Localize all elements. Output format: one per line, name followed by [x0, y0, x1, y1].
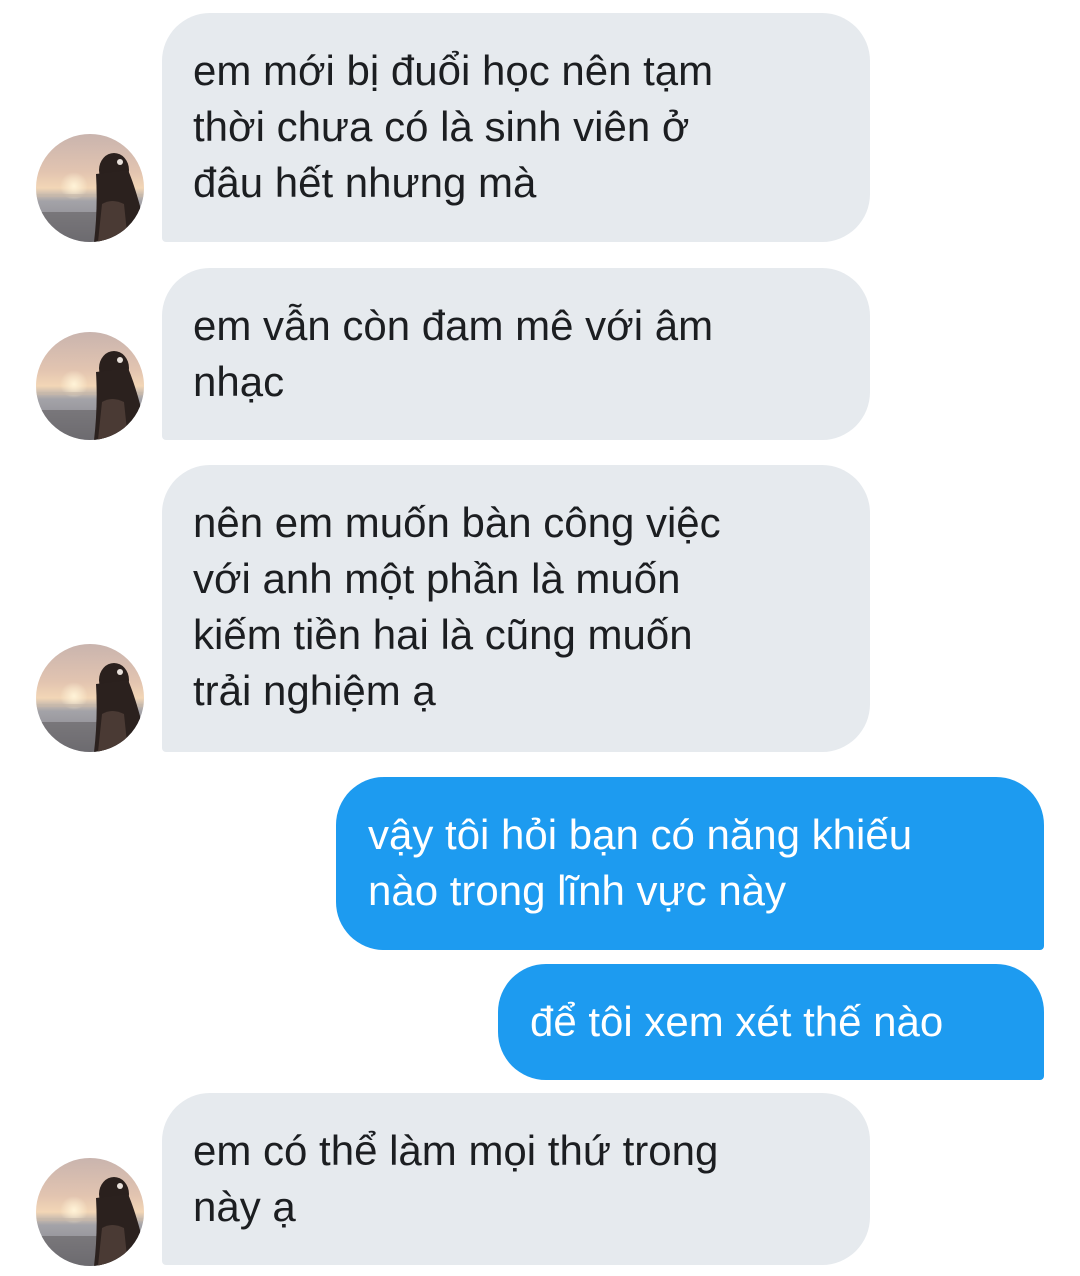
contact-avatar[interactable]: [36, 134, 144, 242]
profile-photo-icon: [36, 644, 144, 752]
contact-avatar[interactable]: [36, 644, 144, 752]
profile-photo-icon: [36, 134, 144, 242]
profile-photo-icon: [36, 1158, 144, 1266]
incoming-message[interactable]: em mới bị đuổi học nên tạm thời chưa có …: [162, 13, 870, 242]
incoming-message[interactable]: em có thể làm mọi thứ trong này ạ: [162, 1093, 870, 1265]
profile-photo-icon: [36, 332, 144, 440]
contact-avatar[interactable]: [36, 332, 144, 440]
incoming-message[interactable]: nên em muốn bàn công việc với anh một ph…: [162, 465, 870, 752]
incoming-message[interactable]: em vẫn còn đam mê với âm nhạc: [162, 268, 870, 440]
outgoing-message[interactable]: vậy tôi hỏi bạn có năng khiếu nào trong …: [336, 777, 1044, 950]
outgoing-message[interactable]: để tôi xem xét thế nào: [498, 964, 1044, 1080]
contact-avatar[interactable]: [36, 1158, 144, 1266]
